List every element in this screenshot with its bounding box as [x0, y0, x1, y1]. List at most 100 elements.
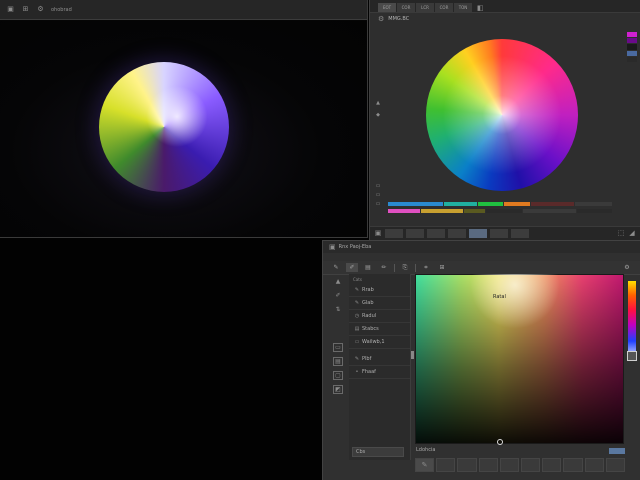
tool-slot[interactable] — [584, 458, 604, 472]
mask-icon[interactable]: ◩ — [333, 385, 343, 394]
picker-tool-column: ▲ ✐ ⇅ ▭ ▤ ▢ ◩ — [329, 277, 347, 394]
dot-icon: • — [355, 368, 359, 375]
settings-icon[interactable]: ⚙ — [621, 263, 633, 272]
channel-bar-segment[interactable] — [464, 209, 486, 213]
wheel-side-icons: ▲ ◆ — [375, 100, 381, 118]
preview-titlebar: ▣ ⊞ ⚙ ohobrad — [0, 0, 367, 20]
channel-bar-segment[interactable] — [522, 209, 576, 213]
color-swatch[interactable] — [627, 32, 637, 38]
channel-bar-segment[interactable] — [575, 202, 612, 206]
tool-slot[interactable]: ✎ — [415, 458, 435, 472]
tab-3[interactable]: LCR — [416, 3, 434, 12]
gear-icon[interactable]: ⚙ — [378, 15, 384, 23]
layers-icon[interactable]: ▭ — [333, 343, 343, 352]
channel-bar-segment[interactable] — [530, 202, 575, 206]
preview-window: ▣ ⊞ ⚙ ohobrad — [0, 0, 368, 238]
list-item[interactable]: ✎ Glab — [349, 297, 410, 310]
color-wheel[interactable] — [426, 39, 578, 191]
saturation-value-field[interactable]: Ratal — [415, 274, 624, 445]
channel-bar-segment[interactable] — [388, 209, 420, 213]
eyedropper-icon[interactable]: ✐ — [333, 291, 343, 300]
color-swatch[interactable] — [627, 56, 637, 63]
tab-5[interactable]: TON — [454, 3, 472, 12]
layer-icon[interactable]: ▭ — [375, 192, 381, 198]
edit-icon: ✎ — [354, 299, 360, 306]
tool-slot[interactable] — [448, 229, 466, 238]
list-item-label: Plbf — [362, 356, 372, 362]
tab-2[interactable]: COR — [397, 3, 415, 12]
list-item-label: Radul — [362, 313, 377, 319]
list-item[interactable]: ▭ Wailwb,1 — [349, 336, 410, 349]
hue-slider[interactable] — [628, 281, 636, 361]
field-left-handle[interactable] — [411, 351, 414, 359]
brush-icon: ✎ — [421, 460, 428, 469]
list-item[interactable]: ✎ Plbf — [349, 353, 410, 366]
tool-slot[interactable] — [406, 229, 424, 238]
pen-icon[interactable]: ✐ — [346, 263, 358, 272]
channel-bar-segment[interactable] — [486, 209, 522, 213]
tool-slot[interactable] — [605, 458, 626, 472]
channel-bar-segment[interactable] — [576, 209, 613, 213]
channel-bar-segment[interactable] — [477, 202, 504, 206]
current-color-chip[interactable] — [609, 448, 625, 454]
tool-slot[interactable] — [469, 229, 487, 238]
tool-slot[interactable] — [563, 458, 583, 472]
swap-icon[interactable]: ⇅ — [333, 305, 343, 314]
color-swatch[interactable] — [627, 38, 637, 44]
channel-bar-segment[interactable] — [504, 202, 530, 206]
channel-bar-segment[interactable] — [388, 202, 443, 206]
grid-icon[interactable]: ⊞ — [21, 5, 30, 14]
hue-slider-handle[interactable] — [627, 351, 637, 361]
triangle-icon[interactable]: ▲ — [375, 100, 381, 106]
tab-4[interactable]: COR — [435, 3, 453, 12]
tool-slot[interactable] — [499, 458, 520, 472]
layer-icon[interactable]: ▭ — [375, 183, 381, 189]
settings-icon[interactable]: ⚙ — [36, 5, 45, 14]
tool-slot[interactable] — [478, 458, 498, 472]
stamp-icon[interactable]: ⎘ — [399, 263, 411, 272]
brush-icon[interactable]: ✎ — [330, 263, 342, 272]
pencil-icon[interactable]: ✏ — [378, 263, 390, 272]
window-icon[interactable]: ▣ — [6, 5, 15, 14]
list-item[interactable]: ✎ Rrab — [349, 284, 410, 297]
channel-bar-segment[interactable] — [420, 209, 464, 213]
export-icon[interactable]: ⬚ — [617, 230, 625, 238]
tool-slot[interactable] — [436, 458, 456, 472]
image-icon[interactable]: ▤ — [333, 357, 343, 366]
resize-icon[interactable]: ◢ — [628, 230, 636, 238]
field-cursor[interactable] — [497, 439, 503, 445]
eyedropper-icon[interactable]: ◆ — [375, 112, 381, 118]
window-icon[interactable]: ▣ — [329, 243, 336, 251]
list-bottom-field[interactable]: Cbs — [352, 447, 404, 457]
tool-slot[interactable] — [542, 458, 562, 472]
color-swatch[interactable] — [627, 44, 637, 50]
crop-icon[interactable]: ⌗ — [420, 263, 432, 272]
channel-bars — [388, 202, 613, 216]
picker-bottom-toolbar: ✎ — [415, 458, 626, 472]
tab-menu-icon[interactable]: ◧ — [477, 5, 484, 12]
tool-slot[interactable] — [511, 229, 529, 238]
color-wheel-window: EOT COR LCR COR TON ◧ ⚙ MMG.BC ▲ ◆ ▭ ▭ ▭… — [369, 0, 640, 240]
preview-canvas[interactable] — [0, 21, 367, 237]
layer-icon[interactable]: ▭ — [375, 201, 381, 207]
channel-bar-row[interactable] — [388, 209, 613, 213]
tab-1[interactable]: EOT — [378, 3, 396, 12]
comment-icon[interactable]: ▤ — [362, 263, 374, 272]
tool-slot[interactable] — [521, 458, 541, 472]
grid-icon[interactable]: ⊞ — [436, 263, 448, 272]
list-item[interactable]: ◷ Radul — [349, 310, 410, 323]
color-swatch[interactable] — [627, 50, 637, 56]
tool-slot[interactable] — [457, 458, 477, 472]
list-item[interactable]: ▤ Stabcs — [349, 323, 410, 336]
list-item[interactable]: • Fhaaf — [349, 366, 410, 379]
picker-toolbar: ✎ ✐ ▤ ✏ ⎘ ⌗ ⊞ ⚙ — [323, 261, 640, 275]
tool-slot[interactable] — [427, 229, 445, 238]
tool-slot[interactable] — [385, 229, 403, 238]
page-icon[interactable]: ▣ — [374, 230, 382, 238]
channel-bar-segment[interactable] — [443, 202, 477, 206]
frame-icon[interactable]: ▢ — [333, 371, 343, 380]
preview-color-sphere — [99, 62, 229, 192]
triangle-icon[interactable]: ▲ — [333, 277, 343, 286]
channel-bar-row[interactable] — [388, 202, 612, 206]
tool-slot[interactable] — [490, 229, 508, 238]
